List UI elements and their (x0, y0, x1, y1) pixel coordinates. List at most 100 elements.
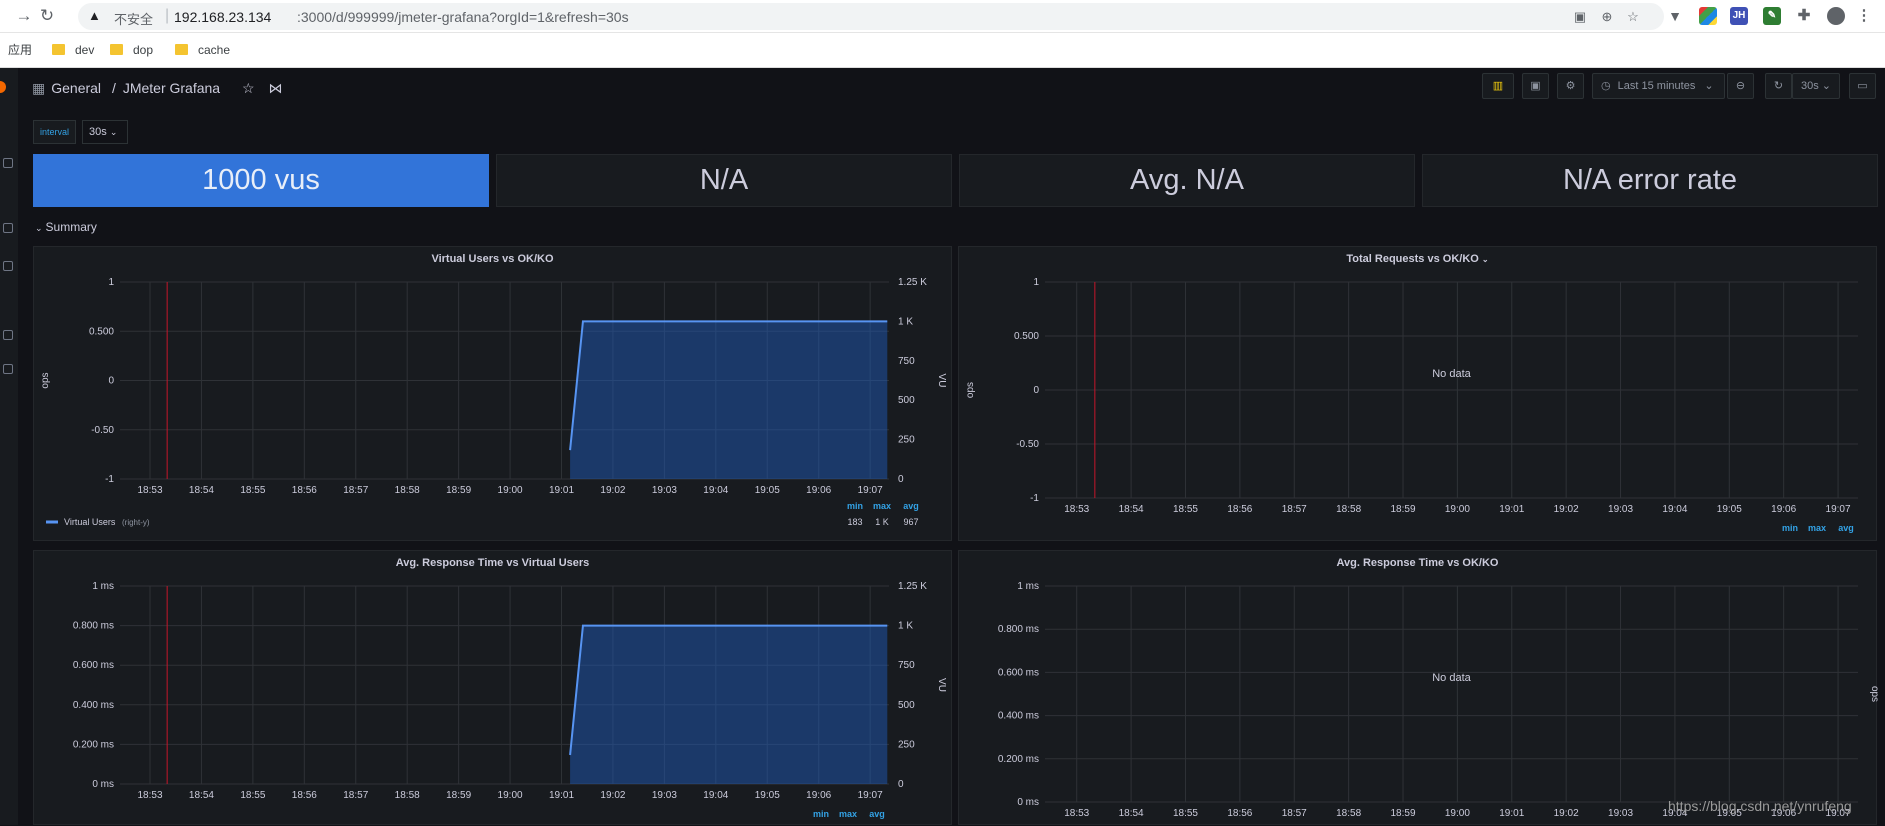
profile-avatar-icon[interactable] (1827, 7, 1845, 25)
legend-header-max: max (873, 501, 891, 511)
x-tick-label: 19:07 (1826, 504, 1851, 515)
color-extension-icon[interactable] (1699, 7, 1717, 25)
stat-error-rate[interactable]: N/A error rate (1422, 154, 1878, 207)
dashboards-icon[interactable] (3, 223, 13, 233)
y2-axis-label: VU (936, 374, 947, 388)
jh-extension-icon[interactable]: JH (1730, 7, 1748, 25)
page-title[interactable]: JMeter Grafana (123, 80, 220, 96)
legend-header-avg: avg (1838, 523, 1854, 533)
apps-icon[interactable]: ▦ (32, 80, 45, 96)
zoom-icon[interactable]: ⊕ (1597, 7, 1617, 27)
bookmarks-bar: 应用 dev dop cache (0, 33, 1885, 68)
extensions-icon[interactable]: ✚ (1795, 7, 1813, 25)
chevron-down-icon: ⌄ (1704, 80, 1714, 92)
y2-tick-label: 750 (898, 356, 915, 367)
grafana-logo-icon[interactable] (0, 81, 6, 93)
refresh-interval-picker[interactable]: 30s ⌄ (1792, 73, 1840, 99)
x-tick-label: 18:59 (446, 790, 471, 801)
stat-requests[interactable]: N/A (496, 154, 952, 207)
legend-header-min: min (847, 501, 863, 511)
x-tick-label: 19:07 (858, 485, 883, 496)
x-tick-label: 19:02 (600, 790, 625, 801)
y2-tick-label: 1 K (898, 316, 913, 327)
side-menu (0, 68, 18, 825)
y-tick-label: 0.200 ms (998, 754, 1039, 765)
share-icon[interactable]: ⋈ (268, 80, 282, 96)
y-tick-label: 0.400 ms (998, 711, 1039, 722)
row-header-summary[interactable]: ⌄ Summary (35, 220, 97, 234)
translate-icon[interactable]: ▣ (1570, 7, 1590, 27)
no-data-label: No data (1432, 368, 1471, 380)
panel-virtual-users-vs-okko[interactable]: Virtual Users vs OK/KO 1 0.500 0 -0.50 -1 18:… (33, 246, 952, 541)
y-tick-label: 1 ms (1017, 581, 1039, 592)
x-tick-label: 18:53 (1064, 808, 1089, 819)
x-tick-label: 18:55 (240, 790, 265, 801)
tv-mode-button[interactable]: ▭ (1849, 73, 1876, 99)
url-separator: | (165, 7, 170, 24)
x-tick-label: 19:03 (1608, 808, 1633, 819)
refresh-button[interactable]: ↻ (1765, 73, 1792, 99)
dashboard-settings-button[interactable]: ⚙ (1557, 73, 1584, 99)
breadcrumb: ▦ General / JMeter Grafana ☆ ⋈ (32, 80, 282, 97)
chevron-down-icon: ⌄ (1821, 80, 1832, 92)
x-tick-label: 18:59 (446, 485, 471, 496)
y2-tick-label: 750 (898, 660, 915, 671)
forward-icon[interactable]: → (13, 5, 35, 27)
x-tick-label: 19:02 (1554, 808, 1579, 819)
interval-variable-select[interactable]: 30s ⌄ (82, 120, 128, 144)
menu-icon[interactable]: ⋮ (1855, 7, 1873, 25)
x-tick-label: 18:57 (343, 790, 368, 801)
y2-tick-label: 1 K (898, 621, 913, 632)
y-tick-label: 0.500 (1014, 331, 1039, 342)
stat-avg-response[interactable]: Avg. N/A (959, 154, 1415, 207)
bookmark-cache[interactable]: cache (175, 41, 230, 59)
y2-tick-label: 0 (898, 779, 904, 790)
no-data-label: No data (1432, 672, 1471, 684)
x-tick-label: 19:02 (1554, 504, 1579, 515)
bookmark-star-icon[interactable]: ☆ (1623, 7, 1643, 27)
vue-extension-icon[interactable]: ▼ (1666, 7, 1684, 25)
y-axis-label: ops (965, 382, 976, 398)
reload-icon[interactable]: ↻ (36, 5, 58, 27)
bookmark-dev[interactable]: dev (52, 41, 94, 59)
save-dashboard-button[interactable]: ▣ (1522, 73, 1549, 99)
warning-icon[interactable]: ▲ (88, 8, 102, 24)
panel-avg-response-time-vs-okko[interactable]: Avg. Response Time vs OK/KO 1 ms 0.800 ms… (958, 550, 1878, 825)
panel-total-requests-vs-okko[interactable]: Total Requests vs OK/KO ⌄ 1 0.500 0 -0.50 -1… (958, 246, 1877, 541)
x-tick-label: 18:59 (1390, 504, 1415, 515)
address-bar[interactable]: ▲ 不安全 | 192.168.23.134 :3000/d/999999/jm… (78, 3, 1664, 30)
x-tick-label: 18:59 (1390, 808, 1415, 819)
breadcrumb-folder[interactable]: General (51, 80, 101, 96)
x-tick-label: 18:55 (1173, 808, 1198, 819)
legend-header-avg: avg (869, 809, 885, 819)
x-tick-label: 18:54 (1119, 504, 1144, 515)
explore-icon[interactable] (3, 261, 13, 271)
shield-icon[interactable] (3, 364, 13, 374)
zoom-out-button[interactable]: ⊖ (1727, 73, 1754, 99)
legend-header-max: max (1808, 523, 1826, 533)
y-tick-label: 0.800 ms (73, 621, 114, 632)
stat-virtual-users[interactable]: 1000 vus (33, 154, 489, 207)
legend-header-max: max (839, 809, 857, 819)
y2-tick-label: 1.25 K (898, 581, 927, 592)
x-tick-label: 19:03 (652, 485, 677, 496)
chart-svg: 1 ms 0.800 ms 0.600 ms 0.400 ms 0.200 ms 0 ms… (998, 581, 1878, 819)
green-extension-icon[interactable]: ✎ (1763, 7, 1781, 25)
settings-icon[interactable] (3, 330, 13, 340)
interval-variable-label: interval (33, 120, 76, 144)
legend-header-min: min (813, 809, 829, 819)
add-panel-button[interactable]: ▥ (1482, 73, 1514, 99)
search-icon[interactable] (3, 158, 13, 168)
y2-axis-label: ops (1869, 686, 1878, 702)
x-tick-label: 19:01 (549, 790, 574, 801)
star-icon[interactable]: ☆ (242, 80, 255, 96)
bookmark-dop[interactable]: dop (110, 41, 153, 59)
browser-toolbar: → ↻ ▲ 不安全 | 192.168.23.134 :3000/d/99999… (0, 0, 1885, 33)
bookmark-apps[interactable]: 应用 (8, 41, 32, 59)
y-tick-label: 0.800 ms (998, 624, 1039, 635)
y2-axis-label: VU (936, 678, 947, 692)
legend-value-min: 183 (847, 517, 862, 527)
y-tick-label: 1 ms (92, 581, 114, 592)
time-picker-button[interactable]: ◷ Last 15 minutes ⌄ (1592, 73, 1725, 99)
panel-avg-response-time-vs-vus[interactable]: Avg. Response Time vs Virtual Users 1 ms… (33, 550, 952, 825)
